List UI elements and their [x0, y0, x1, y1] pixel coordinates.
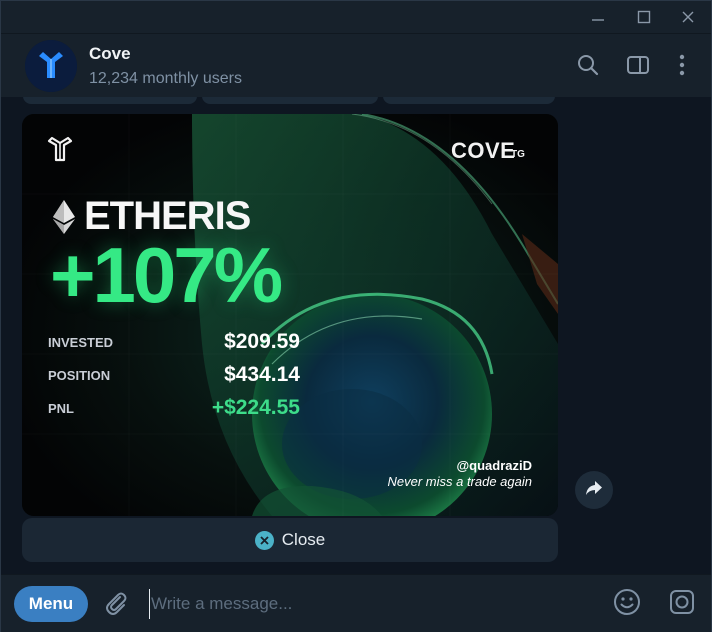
chat-title[interactable]: Cove — [89, 44, 131, 64]
inline-button[interactable] — [202, 97, 378, 104]
search-icon — [576, 53, 600, 82]
minimize-button[interactable] — [575, 1, 621, 33]
card-handle: @quadraziD — [456, 458, 532, 473]
maximize-button[interactable] — [621, 1, 667, 33]
close-inline-button[interactable]: Close — [22, 518, 558, 562]
emoji-icon — [613, 588, 641, 621]
close-label: Close — [281, 530, 326, 549]
search-button[interactable] — [575, 54, 601, 80]
attach-button[interactable] — [100, 589, 132, 621]
stat-label-invested: INVESTED — [48, 335, 114, 350]
messages-area: COVE TG ETHERIS +107% INVESTED $209.59 P… — [1, 97, 711, 574]
message-input-bar: Menu — [1, 574, 711, 632]
emoji-button[interactable] — [611, 588, 643, 620]
stat-value-invested: $209.59 — [224, 330, 300, 353]
previous-inline-buttons — [23, 97, 555, 104]
card-brand-suffix: TG — [511, 149, 525, 160]
cove-logo-icon — [46, 136, 74, 169]
camera-button[interactable] — [666, 588, 698, 620]
paperclip-icon — [103, 590, 129, 621]
maximize-icon — [637, 10, 651, 24]
close-icon — [681, 10, 695, 24]
inline-button[interactable] — [23, 97, 197, 104]
more-button[interactable] — [669, 54, 695, 80]
message-input[interactable] — [149, 589, 589, 619]
stat-label-pnl: PNL — [48, 401, 74, 416]
avatar[interactable] — [25, 40, 77, 92]
stat-label-position: POSITION — [48, 368, 111, 383]
card-brand: COVE — [451, 138, 516, 163]
trade-card[interactable]: COVE TG ETHERIS +107% INVESTED $209.59 P… — [22, 114, 558, 516]
title-bar — [1, 1, 711, 33]
chat-subtitle: 12,234 monthly users — [89, 70, 242, 87]
more-vertical-icon — [670, 53, 694, 82]
stat-value-position: $434.14 — [224, 363, 300, 386]
menu-button[interactable]: Menu — [14, 586, 88, 622]
share-button[interactable] — [575, 471, 613, 509]
camera-icon — [668, 588, 696, 621]
app-window: Cove 12,234 monthly users COVE TG ETHERI… — [0, 0, 712, 632]
inline-button[interactable] — [383, 97, 555, 104]
chat-header: Cove 12,234 monthly users — [1, 33, 711, 97]
card-tagline: Never miss a trade again — [387, 474, 532, 489]
close-window-button[interactable] — [665, 1, 711, 33]
sidebar-toggle-icon — [626, 53, 650, 82]
minimize-icon — [591, 10, 605, 24]
close-circle-icon — [254, 530, 274, 550]
stat-value-pnl: +$224.55 — [211, 396, 300, 419]
share-arrow-icon — [585, 480, 603, 501]
sidebar-toggle-button[interactable] — [625, 54, 651, 80]
change-percent: +107% — [50, 231, 283, 319]
